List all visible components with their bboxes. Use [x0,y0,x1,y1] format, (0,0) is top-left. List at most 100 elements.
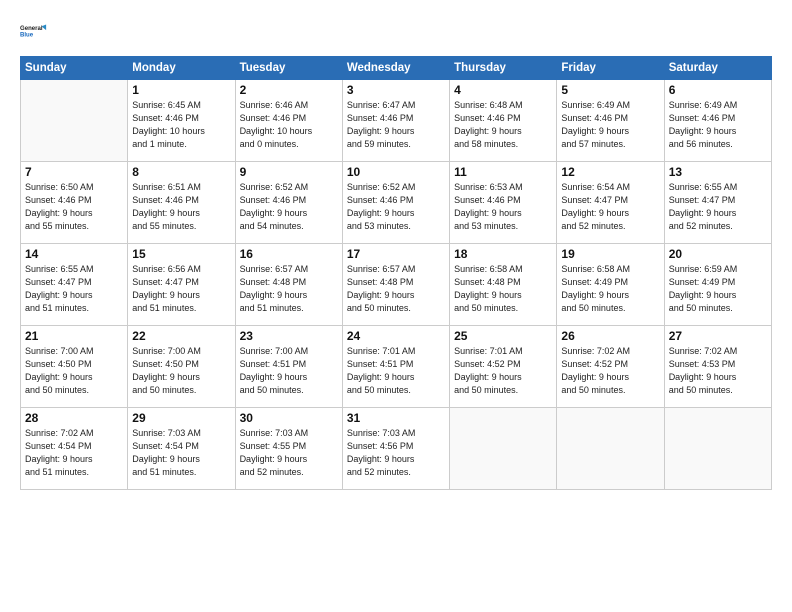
day-info: Sunrise: 6:51 AM Sunset: 4:46 PM Dayligh… [132,181,230,233]
calendar-cell: 6 Sunrise: 6:49 AM Sunset: 4:46 PM Daylig… [664,80,771,162]
calendar-cell: 11 Sunrise: 6:53 AM Sunset: 4:46 PM Dayli… [450,162,557,244]
day-number: 10 [347,165,445,179]
day-number: 22 [132,329,230,343]
day-number: 14 [25,247,123,261]
calendar-cell: 30 Sunrise: 7:03 AM Sunset: 4:55 PM Dayli… [235,408,342,490]
calendar-week-3: 14 Sunrise: 6:55 AM Sunset: 4:47 PM Dayli… [21,244,772,326]
day-number: 20 [669,247,767,261]
day-info: Sunrise: 7:03 AM Sunset: 4:54 PM Dayligh… [132,427,230,479]
day-info: Sunrise: 6:47 AM Sunset: 4:46 PM Dayligh… [347,99,445,151]
weekday-header-monday: Monday [128,57,235,80]
calendar-cell [450,408,557,490]
day-number: 13 [669,165,767,179]
day-number: 26 [561,329,659,343]
day-number: 25 [454,329,552,343]
calendar-week-1: 1 Sunrise: 6:45 AM Sunset: 4:46 PM Daylig… [21,80,772,162]
day-info: Sunrise: 6:53 AM Sunset: 4:46 PM Dayligh… [454,181,552,233]
day-info: Sunrise: 6:49 AM Sunset: 4:46 PM Dayligh… [669,99,767,151]
day-info: Sunrise: 7:02 AM Sunset: 4:53 PM Dayligh… [669,345,767,397]
weekday-header-wednesday: Wednesday [342,57,449,80]
weekday-header-thursday: Thursday [450,57,557,80]
day-info: Sunrise: 6:58 AM Sunset: 4:48 PM Dayligh… [454,263,552,315]
day-number: 19 [561,247,659,261]
svg-text:General: General [20,26,43,32]
day-number: 2 [240,83,338,97]
day-info: Sunrise: 7:02 AM Sunset: 4:52 PM Dayligh… [561,345,659,397]
day-number: 5 [561,83,659,97]
day-info: Sunrise: 7:02 AM Sunset: 4:54 PM Dayligh… [25,427,123,479]
day-info: Sunrise: 6:52 AM Sunset: 4:46 PM Dayligh… [347,181,445,233]
day-number: 21 [25,329,123,343]
calendar-cell: 29 Sunrise: 7:03 AM Sunset: 4:54 PM Dayli… [128,408,235,490]
day-info: Sunrise: 7:00 AM Sunset: 4:51 PM Dayligh… [240,345,338,397]
header: GeneralBlue [20,18,772,46]
logo-icon: GeneralBlue [20,18,48,46]
day-number: 30 [240,411,338,425]
day-number: 7 [25,165,123,179]
day-info: Sunrise: 6:56 AM Sunset: 4:47 PM Dayligh… [132,263,230,315]
day-info: Sunrise: 6:55 AM Sunset: 4:47 PM Dayligh… [25,263,123,315]
calendar-cell: 7 Sunrise: 6:50 AM Sunset: 4:46 PM Daylig… [21,162,128,244]
day-number: 24 [347,329,445,343]
day-info: Sunrise: 6:46 AM Sunset: 4:46 PM Dayligh… [240,99,338,151]
calendar-cell: 28 Sunrise: 7:02 AM Sunset: 4:54 PM Dayli… [21,408,128,490]
calendar-cell [664,408,771,490]
calendar-cell: 22 Sunrise: 7:00 AM Sunset: 4:50 PM Dayli… [128,326,235,408]
weekday-header-tuesday: Tuesday [235,57,342,80]
calendar-cell: 8Sunrise: 6:51 AM Sunset: 4:46 PM Daylig… [128,162,235,244]
calendar-cell: 31Sunrise: 7:03 AM Sunset: 4:56 PM Dayli… [342,408,449,490]
day-info: Sunrise: 6:50 AM Sunset: 4:46 PM Dayligh… [25,181,123,233]
calendar-cell: 14 Sunrise: 6:55 AM Sunset: 4:47 PM Dayli… [21,244,128,326]
day-info: Sunrise: 6:55 AM Sunset: 4:47 PM Dayligh… [669,181,767,233]
logo: GeneralBlue [20,18,52,46]
calendar-cell: 26 Sunrise: 7:02 AM Sunset: 4:52 PM Dayli… [557,326,664,408]
day-number: 18 [454,247,552,261]
calendar-cell: 27Sunrise: 7:02 AM Sunset: 4:53 PM Dayli… [664,326,771,408]
day-number: 9 [240,165,338,179]
day-info: Sunrise: 6:57 AM Sunset: 4:48 PM Dayligh… [347,263,445,315]
day-number: 12 [561,165,659,179]
day-info: Sunrise: 7:03 AM Sunset: 4:55 PM Dayligh… [240,427,338,479]
calendar-cell: 15Sunrise: 6:56 AM Sunset: 4:47 PM Dayli… [128,244,235,326]
day-info: Sunrise: 7:01 AM Sunset: 4:51 PM Dayligh… [347,345,445,397]
calendar-table: SundayMondayTuesdayWednesdayThursdayFrid… [20,56,772,490]
calendar-cell: 9 Sunrise: 6:52 AM Sunset: 4:46 PM Daylig… [235,162,342,244]
calendar-cell: 20Sunrise: 6:59 AM Sunset: 4:49 PM Dayli… [664,244,771,326]
day-info: Sunrise: 7:03 AM Sunset: 4:56 PM Dayligh… [347,427,445,479]
day-number: 23 [240,329,338,343]
day-number: 29 [132,411,230,425]
weekday-header-friday: Friday [557,57,664,80]
calendar-cell: 24 Sunrise: 7:01 AM Sunset: 4:51 PM Dayli… [342,326,449,408]
calendar-cell: 1 Sunrise: 6:45 AM Sunset: 4:46 PM Daylig… [128,80,235,162]
day-number: 28 [25,411,123,425]
weekday-header-saturday: Saturday [664,57,771,80]
day-info: Sunrise: 6:48 AM Sunset: 4:46 PM Dayligh… [454,99,552,151]
calendar-cell: 17 Sunrise: 6:57 AM Sunset: 4:48 PM Dayli… [342,244,449,326]
day-info: Sunrise: 6:58 AM Sunset: 4:49 PM Dayligh… [561,263,659,315]
calendar-cell: 5 Sunrise: 6:49 AM Sunset: 4:46 PM Daylig… [557,80,664,162]
svg-text:Blue: Blue [20,33,34,39]
calendar-cell: 13 Sunrise: 6:55 AM Sunset: 4:47 PM Dayli… [664,162,771,244]
page: GeneralBlue SundayMondayTuesdayWednesday… [0,0,792,612]
day-number: 4 [454,83,552,97]
calendar-cell: 21 Sunrise: 7:00 AM Sunset: 4:50 PM Dayli… [21,326,128,408]
calendar-cell: 3Sunrise: 6:47 AM Sunset: 4:46 PM Daylig… [342,80,449,162]
calendar-week-4: 21 Sunrise: 7:00 AM Sunset: 4:50 PM Dayli… [21,326,772,408]
day-info: Sunrise: 6:52 AM Sunset: 4:46 PM Dayligh… [240,181,338,233]
calendar-cell [21,80,128,162]
day-info: Sunrise: 6:49 AM Sunset: 4:46 PM Dayligh… [561,99,659,151]
day-number: 1 [132,83,230,97]
day-number: 6 [669,83,767,97]
calendar-cell: 12Sunrise: 6:54 AM Sunset: 4:47 PM Dayli… [557,162,664,244]
day-number: 16 [240,247,338,261]
day-number: 17 [347,247,445,261]
day-info: Sunrise: 7:00 AM Sunset: 4:50 PM Dayligh… [25,345,123,397]
day-info: Sunrise: 6:45 AM Sunset: 4:46 PM Dayligh… [132,99,230,151]
calendar-cell: 2 Sunrise: 6:46 AM Sunset: 4:46 PM Daylig… [235,80,342,162]
day-number: 11 [454,165,552,179]
calendar-cell: 4 Sunrise: 6:48 AM Sunset: 4:46 PM Daylig… [450,80,557,162]
day-info: Sunrise: 7:00 AM Sunset: 4:50 PM Dayligh… [132,345,230,397]
calendar-cell: 18 Sunrise: 6:58 AM Sunset: 4:48 PM Dayli… [450,244,557,326]
day-info: Sunrise: 6:57 AM Sunset: 4:48 PM Dayligh… [240,263,338,315]
calendar-cell: 10 Sunrise: 6:52 AM Sunset: 4:46 PM Dayli… [342,162,449,244]
